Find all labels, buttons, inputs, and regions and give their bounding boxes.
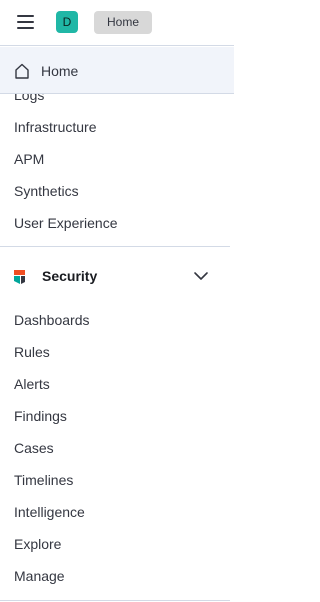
security-logo-icon [14,270,25,284]
nav-item-rules[interactable]: Rules [14,344,50,360]
nav-scroll-area[interactable]: Logs Infrastructure APM Synthetics User … [0,47,234,602]
nav-item-home[interactable]: Home [0,47,234,94]
nav-item-explore[interactable]: Explore [14,536,61,552]
nav-item-timelines[interactable]: Timelines [14,472,73,488]
nav-item-infrastructure[interactable]: Infrastructure [14,119,96,135]
nav-item-alerts[interactable]: Alerts [14,376,50,392]
chevron-down-icon[interactable] [193,269,209,283]
nav-item-user-experience[interactable]: User Experience [14,215,118,231]
nav-item-apm[interactable]: APM [14,151,44,167]
avatar[interactable]: D [56,11,78,33]
nav-item-manage[interactable]: Manage [14,568,65,584]
nav-item-cases[interactable]: Cases [14,440,54,456]
section-divider [0,600,230,601]
top-bar: D Home [0,0,234,46]
hamburger-icon[interactable] [17,14,35,30]
home-label: Home [41,63,79,79]
security-section-title[interactable]: Security [42,268,97,284]
nav-item-intelligence[interactable]: Intelligence [14,504,85,520]
breadcrumb[interactable]: Home [94,11,152,34]
home-icon [15,63,29,79]
nav-item-findings[interactable]: Findings [14,408,67,424]
nav-item-synthetics[interactable]: Synthetics [14,183,79,199]
section-divider [0,246,230,247]
nav-item-dashboards[interactable]: Dashboards [14,312,90,328]
